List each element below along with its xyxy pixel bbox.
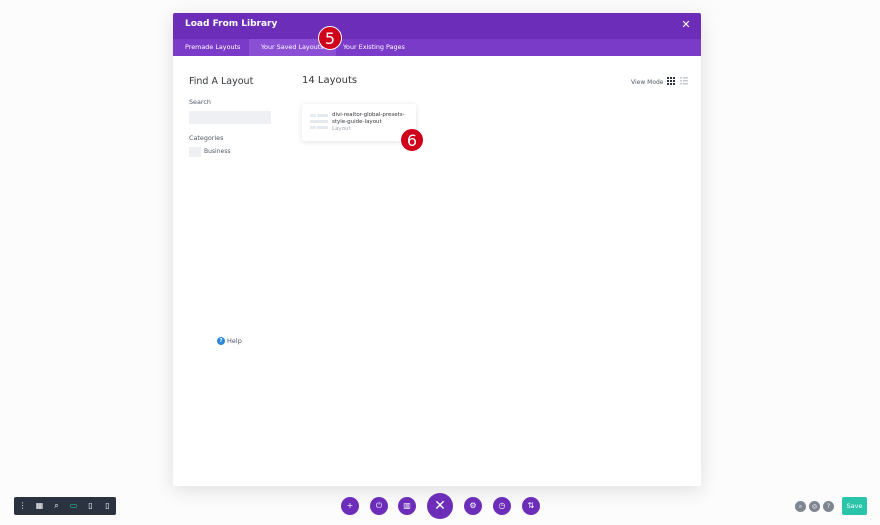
add-icon[interactable]: +	[341, 497, 359, 515]
view-mode-label: View Mode	[631, 79, 664, 86]
tab-your-existing-pages[interactable]: Your Existing Pages	[331, 39, 417, 56]
modal-title: Load From Library	[185, 19, 278, 29]
list-view-icon[interactable]	[680, 77, 688, 85]
help-circle-icon[interactable]: ?	[823, 501, 834, 512]
trash-icon[interactable]: ▥	[398, 497, 416, 515]
close-builder-icon[interactable]: ✕	[427, 493, 453, 519]
page-settings-toolbar: ⋮ ▦ ⌕ ▭ ▯ ▯	[14, 497, 116, 515]
tablet-view-icon[interactable]: ▯	[82, 497, 99, 515]
help-label: Help	[227, 337, 242, 345]
phone-view-icon[interactable]: ▯	[99, 497, 116, 515]
wireframe-icon[interactable]: ▦	[31, 497, 48, 515]
category-checkbox[interactable]	[189, 147, 201, 157]
find-layout-title: Find A Layout	[189, 76, 254, 87]
desktop-view-icon[interactable]: ▭	[65, 497, 82, 515]
settings-gear-icon[interactable]: ⚙	[464, 497, 482, 515]
categories-label: Categories	[189, 134, 224, 142]
close-icon[interactable]: ✕	[679, 18, 693, 32]
layout-thumbnail-icon	[310, 114, 328, 129]
grid-view-icon[interactable]	[667, 77, 675, 85]
tab-bar: Premade Layouts Your Saved Layouts Your …	[173, 39, 701, 56]
history-icon[interactable]: ◷	[493, 497, 511, 515]
layout-card[interactable]: divi-realtor-global-presets-style-guide-…	[302, 104, 416, 141]
annotation-badge-6: 6	[400, 128, 424, 152]
layout-type: Layout	[332, 126, 351, 132]
load-from-library-modal: Load From Library ✕ Premade Layouts Your…	[173, 13, 701, 486]
save-button[interactable]: Save	[842, 497, 867, 515]
portability-icon[interactable]: ⇅	[522, 497, 540, 515]
layout-name: divi-realtor-global-presets-style-guide-…	[332, 112, 405, 125]
tab-premade-layouts[interactable]: Premade Layouts	[173, 39, 252, 56]
search-icon[interactable]: ⌕	[795, 501, 806, 512]
more-options-icon[interactable]: ⋮	[14, 497, 31, 515]
layouts-count: 14 Layouts	[302, 75, 358, 86]
search-input[interactable]	[189, 111, 271, 124]
search-label: Search	[189, 98, 211, 106]
category-label: Business	[204, 148, 231, 155]
power-icon[interactable]: ⏻	[370, 497, 388, 515]
modal-header: Load From Library ✕	[173, 13, 701, 39]
layers-icon[interactable]: ◎	[809, 501, 820, 512]
annotation-badge-5: 5	[318, 26, 342, 50]
help-icon: ?	[217, 337, 225, 345]
zoom-icon[interactable]: ⌕	[48, 497, 65, 515]
